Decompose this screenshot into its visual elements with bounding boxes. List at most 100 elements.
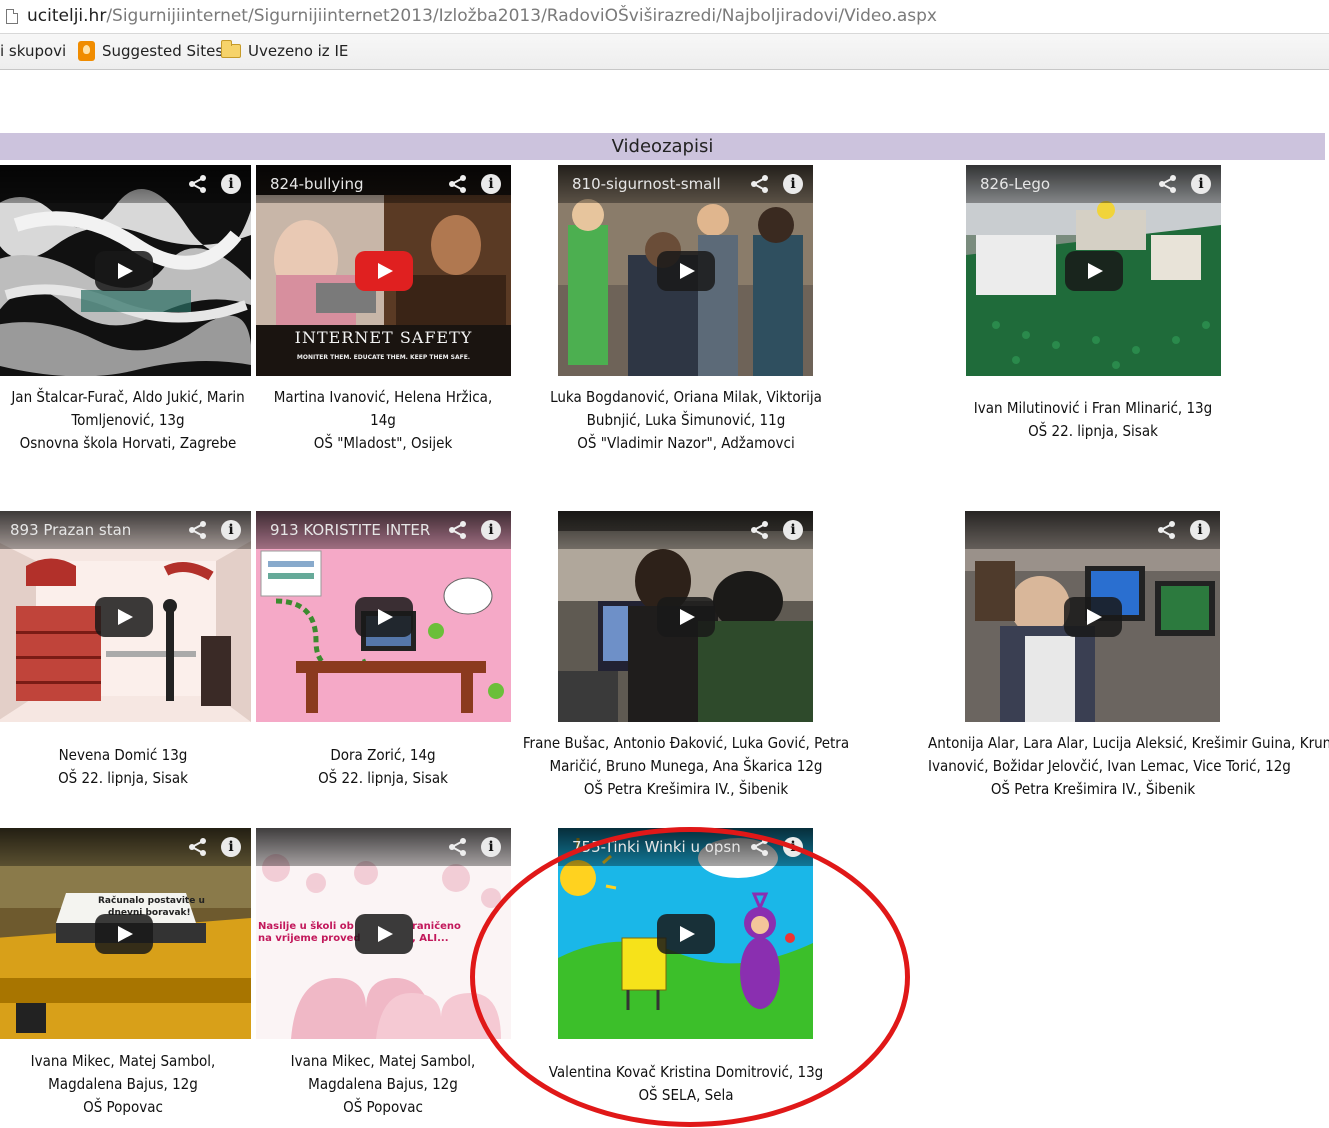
share-icon[interactable] <box>447 520 469 540</box>
video-player[interactable]: Računalo postavite u dnevni boravak! i <box>0 828 251 1039</box>
video-title-bar <box>0 165 251 203</box>
video-caption: Martina Ivanović, Helena Hržica, 14g OŠ … <box>218 386 548 455</box>
play-icon[interactable] <box>1064 250 1123 291</box>
caption-line: OŠ "Mladost", Osijek <box>313 434 453 452</box>
caption-line: Frane Bušac, Antonio Đaković, Luka Gović… <box>522 734 850 752</box>
video-title-bar <box>256 828 511 866</box>
caption-line: Maričić, Bruno Munega, Ana Škarica 12g <box>549 757 823 775</box>
bookmark-skupovi[interactable]: i skupovi <box>0 42 66 60</box>
internet-safety-caption: INTERNET SAFETY <box>294 328 473 347</box>
play-icon[interactable] <box>656 596 715 637</box>
caption-line: Dora Zorić, 14g <box>330 746 436 764</box>
video-caption: Ivan Milutinović i Fran Mlinarić, 13g OŠ… <box>928 397 1258 443</box>
video-title-bar: 826-Lego <box>966 165 1221 203</box>
info-icon[interactable]: i <box>221 520 241 540</box>
bookmarks-bar: i skupovi Suggested Sites Uvezeno iz IE <box>0 34 1329 70</box>
video-player[interactable]: 810-sigurnost-small i <box>558 165 813 376</box>
address-bar[interactable]: ucitelji.hr/Sigurnijiinternet/Sigurnijii… <box>0 0 1329 34</box>
page-icon <box>6 9 18 24</box>
caption-line: Ivana Mikec, Matej Sambol, <box>290 1052 476 1070</box>
share-icon[interactable] <box>749 520 771 540</box>
bookmark-suggested-sites[interactable]: Suggested Sites <box>102 42 223 60</box>
info-icon[interactable]: i <box>481 837 501 857</box>
info-icon[interactable]: i <box>1191 174 1211 194</box>
caption-line: Martina Ivanović, Helena Hržica, <box>273 388 493 406</box>
share-icon[interactable] <box>187 837 209 857</box>
video-caption: Dora Zorić, 14g OŠ 22. lipnja, Sisak <box>218 744 548 790</box>
taxi-sign-text-1: Računalo postavite u <box>98 896 205 906</box>
play-icon[interactable] <box>94 250 153 291</box>
video-player[interactable]: INTERNET SAFETY MONITER THEM. EDUCATE TH… <box>256 165 511 376</box>
video-title-bar: 913 KORISTITE INTER <box>256 511 511 549</box>
caption-line: OŠ "Vladimir Nazor", Adžamovci <box>577 434 795 452</box>
video-title: 913 KORISTITE INTER <box>270 521 431 539</box>
video-title: 824-bullying <box>270 175 364 193</box>
share-icon[interactable] <box>447 174 469 194</box>
slide-text-4: , ALI... <box>412 933 449 944</box>
caption-line: 14g <box>370 411 396 429</box>
video-player[interactable]: Nasilje u školi ob na vrijeme proved ran… <box>256 828 511 1039</box>
video-player[interactable]: i <box>0 165 251 376</box>
bookmark-uvezeno-iz-ie[interactable]: Uvezeno iz IE <box>248 42 348 60</box>
play-icon[interactable] <box>656 250 715 291</box>
share-icon[interactable] <box>749 174 771 194</box>
caption-line: Luka Bogdanović, Oriana Milak, Viktorija <box>550 388 822 406</box>
slide-text-3: raničeno <box>412 921 461 932</box>
slide-text-1: Nasilje u školi ob <box>258 921 354 932</box>
video-player[interactable]: i <box>558 511 813 722</box>
play-icon[interactable] <box>1063 596 1122 637</box>
url-text[interactable]: ucitelji.hr/Sigurnijiinternet/Sigurnijii… <box>27 6 937 26</box>
video-title-bar: 810-sigurnost-small <box>558 165 813 203</box>
play-icon[interactable] <box>354 250 413 291</box>
share-icon[interactable] <box>187 174 209 194</box>
caption-line: Magdalena Bajus, 12g <box>308 1075 458 1093</box>
play-icon[interactable] <box>354 913 413 954</box>
suggested-sites-icon <box>78 41 95 61</box>
section-title: Videozapisi <box>0 133 1325 160</box>
play-icon[interactable] <box>94 596 153 637</box>
video-player[interactable]: 913 KORISTITE INTER i <box>256 511 511 722</box>
play-icon[interactable] <box>354 596 413 637</box>
share-icon[interactable] <box>187 520 209 540</box>
caption-line: OŠ Popovac <box>343 1098 423 1116</box>
info-icon[interactable]: i <box>481 520 501 540</box>
caption-line: Bubnjić, Luka Šimunović, 11g <box>586 411 786 429</box>
video-title-bar <box>965 511 1220 549</box>
video-title-bar: 893 Prazan stan <box>0 511 251 549</box>
info-icon[interactable]: i <box>1190 520 1210 540</box>
info-icon[interactable]: i <box>481 174 501 194</box>
info-icon[interactable]: i <box>783 520 803 540</box>
caption-line: Ivanović, Božidar Jelovčić, Ivan Lemac, … <box>928 757 1291 775</box>
video-player[interactable]: 826-Lego i <box>966 165 1221 376</box>
video-caption: Luka Bogdanović, Oriana Milak, Viktorija… <box>521 386 851 455</box>
share-icon[interactable] <box>1157 174 1179 194</box>
folder-icon <box>221 40 241 58</box>
share-icon[interactable] <box>447 837 469 857</box>
caption-line: OŠ Petra Krešimira IV., Šibenik <box>583 780 789 798</box>
video-caption: Antonija Alar, Lara Alar, Lucija Aleksić… <box>928 732 1329 801</box>
caption-line: OŠ 22. lipnja, Sisak <box>1028 422 1158 440</box>
video-title-bar <box>0 828 251 866</box>
info-icon[interactable]: i <box>783 174 803 194</box>
url-path: /Sigurnijiinternet/Sigurnijiinternet2013… <box>106 6 937 26</box>
video-caption: Frane Bušac, Antonio Đaković, Luka Gović… <box>521 732 851 801</box>
video-title: 810-sigurnost-small <box>572 175 721 193</box>
info-icon[interactable]: i <box>221 837 241 857</box>
video-title: 893 Prazan stan <box>10 521 132 539</box>
caption-line: Ivan Milutinović i Fran Mlinarić, 13g <box>973 399 1213 417</box>
video-player[interactable]: 893 Prazan stan i <box>0 511 251 722</box>
video-title-bar: 824-bullying <box>256 165 511 203</box>
internet-safety-tagline: MONITER THEM. EDUCATE THEM. KEEP THEM SA… <box>296 354 471 361</box>
caption-line: OŠ 22. lipnja, Sisak <box>318 769 448 787</box>
slide-text-2: na vrijeme proved <box>258 933 361 944</box>
video-caption: Ivana Mikec, Matej Sambol, Magdalena Baj… <box>218 1050 548 1119</box>
play-icon[interactable] <box>94 913 153 954</box>
share-icon[interactable] <box>1156 520 1178 540</box>
video-player[interactable]: i <box>965 511 1220 722</box>
caption-line: Antonija Alar, Lara Alar, Lucija Aleksić… <box>928 734 1329 752</box>
highlight-circle <box>470 827 910 1127</box>
video-title-bar <box>558 511 813 549</box>
video-title: 826-Lego <box>980 175 1051 193</box>
caption-line: OŠ Petra Krešimira IV., Šibenik <box>990 780 1196 798</box>
info-icon[interactable]: i <box>221 174 241 194</box>
